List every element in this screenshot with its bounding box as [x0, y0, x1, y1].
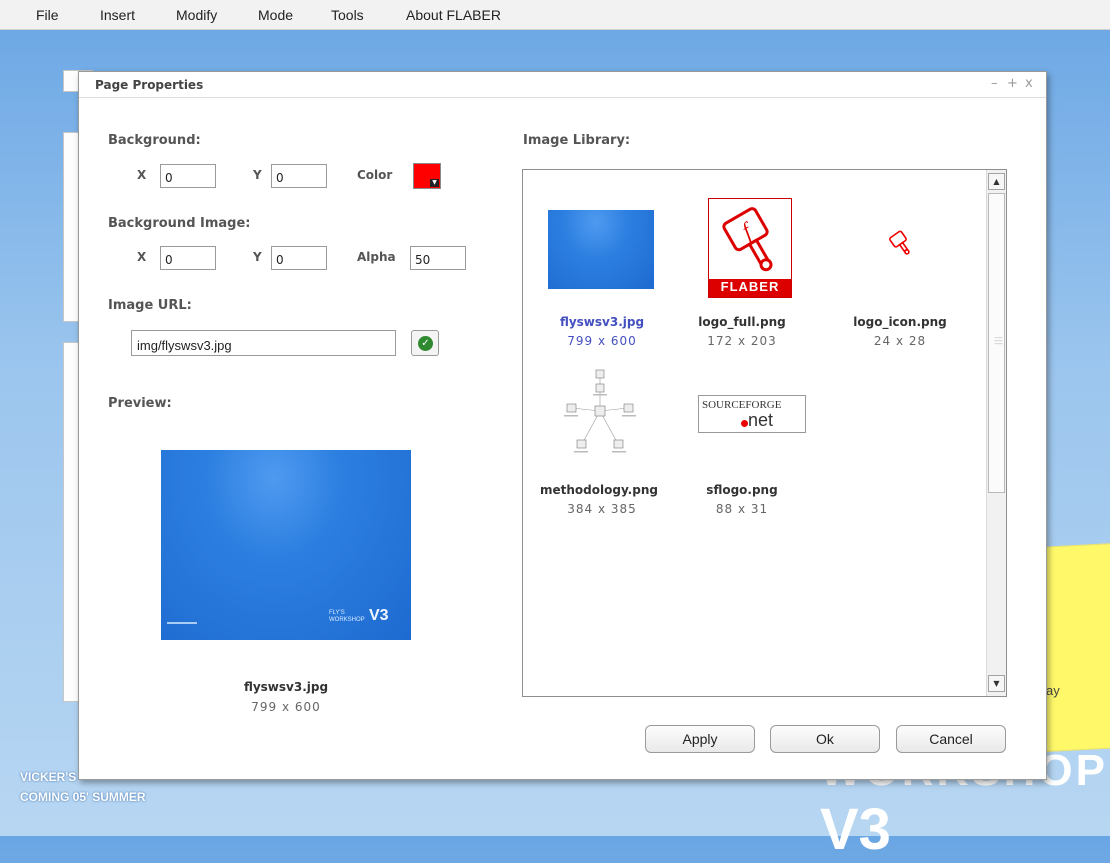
menu-bar: File Insert Modify Mode Tools About FLAB… [0, 0, 1110, 30]
sflogo-dot [741, 420, 748, 427]
library-scrollbar[interactable]: ▲ — — — ▼ [986, 170, 1006, 696]
thumbnail-sflogo: SOURCEFORGE .net [698, 395, 806, 433]
scrollbar-thumb[interactable]: — — — [988, 193, 1005, 493]
library-item[interactable]: methodology.png 384 x 385 [532, 338, 672, 516]
library-item-name: logo_full.png [698, 315, 786, 329]
wallpaper-brand: FLY'S WORKSHOP [329, 610, 365, 623]
background-y-label: Y [253, 168, 262, 182]
library-item[interactable]: flyswsv3.jpg 799 x 600 [532, 170, 672, 348]
alpha-label: Alpha [357, 250, 396, 264]
preview-image: FLY'S WORKSHOP V3 [161, 450, 411, 640]
library-item-name: methodology.png [540, 483, 658, 497]
preview-name: flyswsv3.jpg [243, 680, 329, 694]
flaber-small-icon [889, 230, 910, 255]
grip-icon: — — — [994, 333, 1003, 349]
library-item-name: flyswsv3.jpg [559, 315, 645, 329]
ok-button[interactable]: Ok [770, 725, 880, 753]
menu-modify[interactable]: Modify [176, 7, 217, 23]
dialog-titlebar[interactable]: Page Properties – + x [79, 72, 1046, 98]
library-item-size: 24 x 28 [873, 334, 927, 348]
image-url-label: Image URL: [108, 298, 192, 313]
library-item[interactable]: logo_icon.png 24 x 28 [830, 170, 970, 348]
sflogo-net: .net [743, 410, 774, 430]
maximize-icon[interactable]: + [1007, 76, 1018, 91]
wallpaper-caption-line [167, 622, 197, 624]
background-x-label: X [137, 168, 147, 182]
bg-caption-line1: VICKER'S [20, 770, 77, 784]
library-item-name: sflogo.png [706, 483, 778, 497]
thumbnail-methodology [560, 366, 640, 461]
checkmark-icon: ✓ [418, 336, 433, 351]
background-label: Background: [108, 133, 201, 148]
thumbnail-logo-icon [888, 230, 912, 258]
flaber-wordmark: FLABER [720, 279, 780, 294]
bg-logo-version: V3 [820, 797, 891, 862]
menu-insert[interactable]: Insert [100, 7, 135, 23]
library-item-size: 384 x 385 [567, 502, 637, 516]
preview-size: 799 x 600 [251, 700, 321, 714]
sticky-note-text: ay [1046, 683, 1060, 698]
cancel-button[interactable]: Cancel [896, 725, 1006, 753]
bg-image-y-input[interactable] [271, 246, 327, 270]
bg-caption-line2: COMING 05' SUMMER [20, 790, 146, 804]
library-item-name: logo_icon.png [853, 315, 947, 329]
background-y-input[interactable] [271, 164, 327, 188]
preview-label: Preview: [108, 396, 172, 411]
library-item[interactable]: f FLABER logo_full.png 172 x 203 [672, 170, 812, 348]
menu-about[interactable]: About FLABER [406, 7, 501, 23]
minimize-icon[interactable]: – [991, 76, 998, 91]
scroll-down-icon[interactable]: ▼ [988, 675, 1005, 692]
methodology-diagram-icon [564, 369, 636, 453]
color-picker[interactable]: ▼ [413, 163, 441, 189]
image-library-label: Image Library: [523, 133, 631, 148]
image-library-list[interactable]: flyswsv3.jpg 799 x 600 f FLABER logo_ful… [522, 169, 1007, 697]
bg-image-x-label: X [137, 250, 147, 264]
scroll-up-icon[interactable]: ▲ [988, 173, 1005, 190]
alpha-input[interactable] [410, 246, 466, 270]
thumbnail-flyswsv3 [548, 210, 654, 289]
library-item[interactable]: SOURCEFORGE .net sflogo.png 88 x 31 [672, 338, 812, 516]
image-url-input[interactable] [131, 330, 396, 356]
bg-image-x-input[interactable] [160, 246, 216, 270]
chevron-down-icon: ▼ [430, 179, 439, 187]
dialog-title: Page Properties [95, 78, 204, 92]
menu-file[interactable]: File [36, 7, 59, 23]
background-x-input[interactable] [160, 164, 216, 188]
menu-mode[interactable]: Mode [258, 7, 293, 23]
bg-image-label: Background Image: [108, 216, 251, 231]
wallpaper-version: V3 [369, 607, 389, 624]
thumbnail-logo-full: f FLABER [708, 198, 792, 298]
close-icon[interactable]: x [1025, 76, 1033, 91]
background-color-label: Color [357, 168, 393, 182]
bg-image-y-label: Y [253, 250, 262, 264]
apply-button[interactable]: Apply [645, 725, 755, 753]
menu-tools[interactable]: Tools [331, 7, 364, 23]
library-item-size: 88 x 31 [715, 502, 769, 516]
apply-url-button[interactable]: ✓ [411, 330, 439, 356]
page-properties-dialog: Page Properties – + x Background: X Y Co… [78, 71, 1047, 780]
